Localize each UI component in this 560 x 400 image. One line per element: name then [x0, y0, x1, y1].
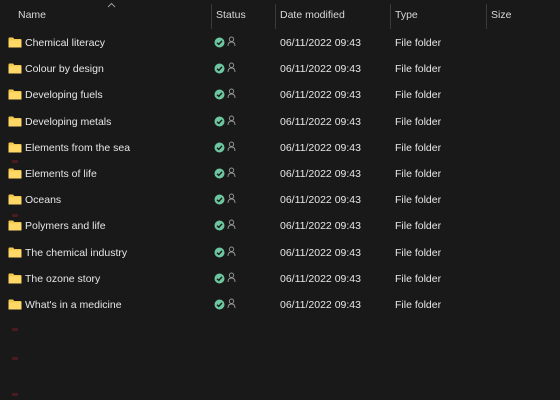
folder-icon	[8, 273, 22, 284]
shared-person-icon	[227, 36, 236, 47]
file-type: File folder	[395, 37, 442, 49]
date-modified: 06/11/2022 09:43	[280, 272, 361, 285]
shared-person-icon	[227, 88, 236, 99]
file-list: Chemical literacy 06/11/2022 09:43 File …	[0, 31, 560, 319]
file-type: File folder	[395, 141, 442, 154]
date-modified: 06/11/2022 09:43	[280, 194, 361, 207]
column-divider[interactable]	[486, 4, 487, 29]
sync-check-icon	[214, 142, 225, 153]
date-modified: 06/11/2022 09:43	[280, 298, 361, 311]
file-row[interactable]: Polymers and life 06/11/2022 09:43 File …	[0, 214, 560, 240]
folder-icon	[8, 194, 22, 205]
column-header-size[interactable]: Size	[491, 0, 511, 31]
shared-person-icon	[227, 272, 236, 282]
file-row[interactable]: Developing metals 06/11/2022 09:43 File …	[0, 110, 560, 136]
file-row[interactable]: Developing fuels 06/11/2022 09:43 File f…	[0, 83, 560, 109]
decorative-mark	[12, 393, 18, 396]
file-type: File folder	[395, 272, 442, 285]
date-modified: 06/11/2022 09:43	[280, 89, 361, 102]
file-name[interactable]: Elements from the sea	[25, 136, 130, 162]
sync-check-icon	[214, 299, 225, 310]
sync-check-icon	[214, 273, 225, 284]
file-type: File folder	[395, 194, 442, 207]
file-row[interactable]: The ozone story 06/11/2022 09:43 File fo…	[0, 267, 560, 293]
column-divider[interactable]	[390, 4, 391, 29]
folder-icon	[8, 37, 22, 48]
folder-icon	[8, 220, 22, 231]
date-modified: 06/11/2022 09:43	[280, 141, 361, 154]
file-name[interactable]: The chemical industry	[25, 241, 127, 267]
folder-icon	[8, 89, 22, 100]
file-row[interactable]: What's in a medicine 06/11/2022 09:43 Fi…	[0, 293, 560, 319]
decorative-mark	[12, 328, 18, 331]
sync-check-icon	[214, 37, 225, 48]
file-name[interactable]: Developing fuels	[25, 83, 103, 109]
file-row[interactable]: The chemical industry 06/11/2022 09:43 F…	[0, 241, 560, 267]
file-row[interactable]: Oceans 06/11/2022 09:43 File folder	[0, 188, 560, 214]
sync-check-icon	[214, 63, 225, 74]
shared-person-icon	[227, 167, 236, 177]
shared-person-icon	[227, 193, 236, 204]
folder-icon	[8, 247, 22, 257]
column-header-type[interactable]: Type	[395, 0, 418, 31]
file-type: File folder	[395, 89, 442, 102]
file-name[interactable]: Colour by design	[25, 57, 104, 83]
sync-check-icon	[214, 220, 225, 231]
sync-check-icon	[214, 247, 225, 257]
file-name[interactable]: Elements of life	[25, 162, 97, 188]
file-name[interactable]: What's in a medicine	[25, 293, 122, 319]
decorative-mark	[12, 357, 18, 360]
shared-person-icon	[227, 141, 236, 151]
date-modified: 06/11/2022 09:43	[280, 63, 361, 76]
file-type: File folder	[395, 298, 442, 311]
shared-person-icon	[227, 298, 236, 308]
sync-check-icon	[214, 194, 225, 205]
file-name[interactable]: Developing metals	[25, 110, 111, 136]
date-modified: 06/11/2022 09:43	[280, 115, 361, 128]
sync-check-icon	[214, 116, 225, 127]
file-name[interactable]: Chemical literacy	[25, 31, 105, 57]
shared-person-icon	[227, 62, 236, 73]
date-modified: 06/11/2022 09:43	[280, 246, 361, 259]
date-modified: 06/11/2022 09:43	[280, 167, 361, 180]
file-type: File folder	[395, 167, 442, 180]
folder-icon	[8, 299, 22, 310]
chevron-up-icon[interactable]	[107, 2, 116, 8]
sync-check-icon	[214, 168, 225, 179]
file-row[interactable]: Chemical literacy 06/11/2022 09:43 File …	[0, 31, 560, 57]
file-type: File folder	[395, 246, 442, 259]
file-row[interactable]: Elements from the sea 06/11/2022 09:43 F…	[0, 136, 560, 162]
sync-check-icon	[214, 89, 225, 100]
column-divider[interactable]	[275, 4, 276, 29]
file-name[interactable]: Polymers and life	[25, 214, 106, 240]
column-divider[interactable]	[211, 4, 212, 29]
decorative-mark	[12, 160, 18, 163]
file-type: File folder	[395, 115, 442, 128]
column-header-date-modified[interactable]: Date modified	[280, 0, 345, 31]
decorative-mark	[12, 214, 18, 217]
folder-icon	[8, 168, 22, 179]
column-header-status[interactable]: Status	[216, 0, 246, 31]
shared-person-icon	[227, 246, 236, 256]
file-type: File folder	[395, 220, 442, 233]
shared-person-icon	[227, 219, 236, 230]
column-header-name[interactable]: Name	[18, 0, 46, 31]
column-header-bar: Name Status Date modified Type Size	[0, 0, 560, 31]
folder-icon	[8, 142, 22, 153]
file-row[interactable]: Elements of life 06/11/2022 09:43 File f…	[0, 162, 560, 188]
file-type: File folder	[395, 63, 442, 76]
file-name[interactable]: The ozone story	[25, 267, 100, 293]
file-name[interactable]: Oceans	[25, 188, 61, 214]
file-row[interactable]: Colour by design 06/11/2022 09:43 File f…	[0, 57, 560, 83]
shared-person-icon	[227, 115, 236, 125]
date-modified: 06/11/2022 09:43	[280, 37, 361, 49]
folder-icon	[8, 63, 22, 74]
folder-icon	[8, 116, 22, 127]
date-modified: 06/11/2022 09:43	[280, 220, 361, 233]
